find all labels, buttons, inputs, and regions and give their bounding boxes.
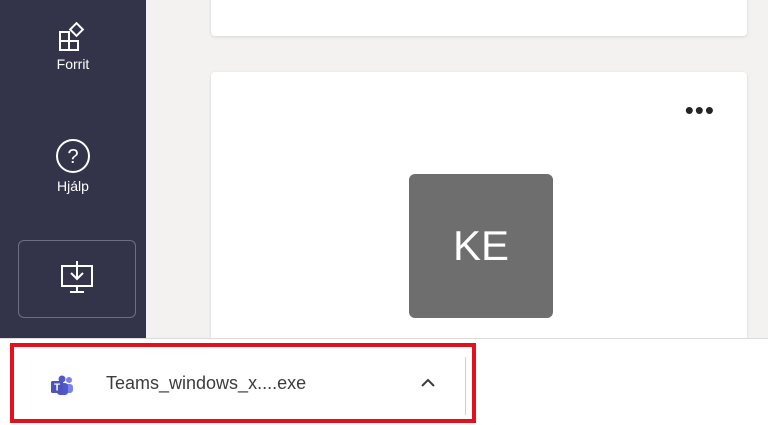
download-item[interactable]: T Teams_windows_x....exe	[10, 343, 476, 423]
rail-item-help[interactable]: ? Hjálp	[0, 136, 146, 194]
help-icon: ?	[0, 136, 146, 176]
rail-item-apps-label: Forrit	[56, 56, 90, 72]
download-app-icon	[57, 257, 97, 302]
rail-item-apps[interactable]: Forrit	[0, 20, 146, 72]
svg-text:?: ?	[67, 146, 78, 168]
main-content: ••• KE	[146, 0, 768, 362]
download-app-button[interactable]	[18, 240, 136, 318]
teams-icon: T	[50, 375, 74, 402]
rail-item-help-label: Hjálp	[57, 178, 89, 194]
card-partial	[211, 0, 747, 36]
more-options-icon[interactable]: •••	[685, 97, 715, 123]
svg-text:T: T	[54, 383, 60, 394]
chevron-up-icon[interactable]	[414, 369, 442, 397]
divider	[465, 357, 466, 415]
team-avatar: KE	[409, 174, 553, 318]
app-rail: Forrit ? Hjálp	[0, 0, 146, 340]
team-card[interactable]: ••• KE	[211, 72, 747, 362]
download-file-name: Teams_windows_x....exe	[106, 373, 307, 393]
download-shelf: T Teams_windows_x....exe	[0, 338, 768, 425]
avatar-initials: KE	[452, 222, 510, 269]
apps-icon	[0, 20, 146, 54]
